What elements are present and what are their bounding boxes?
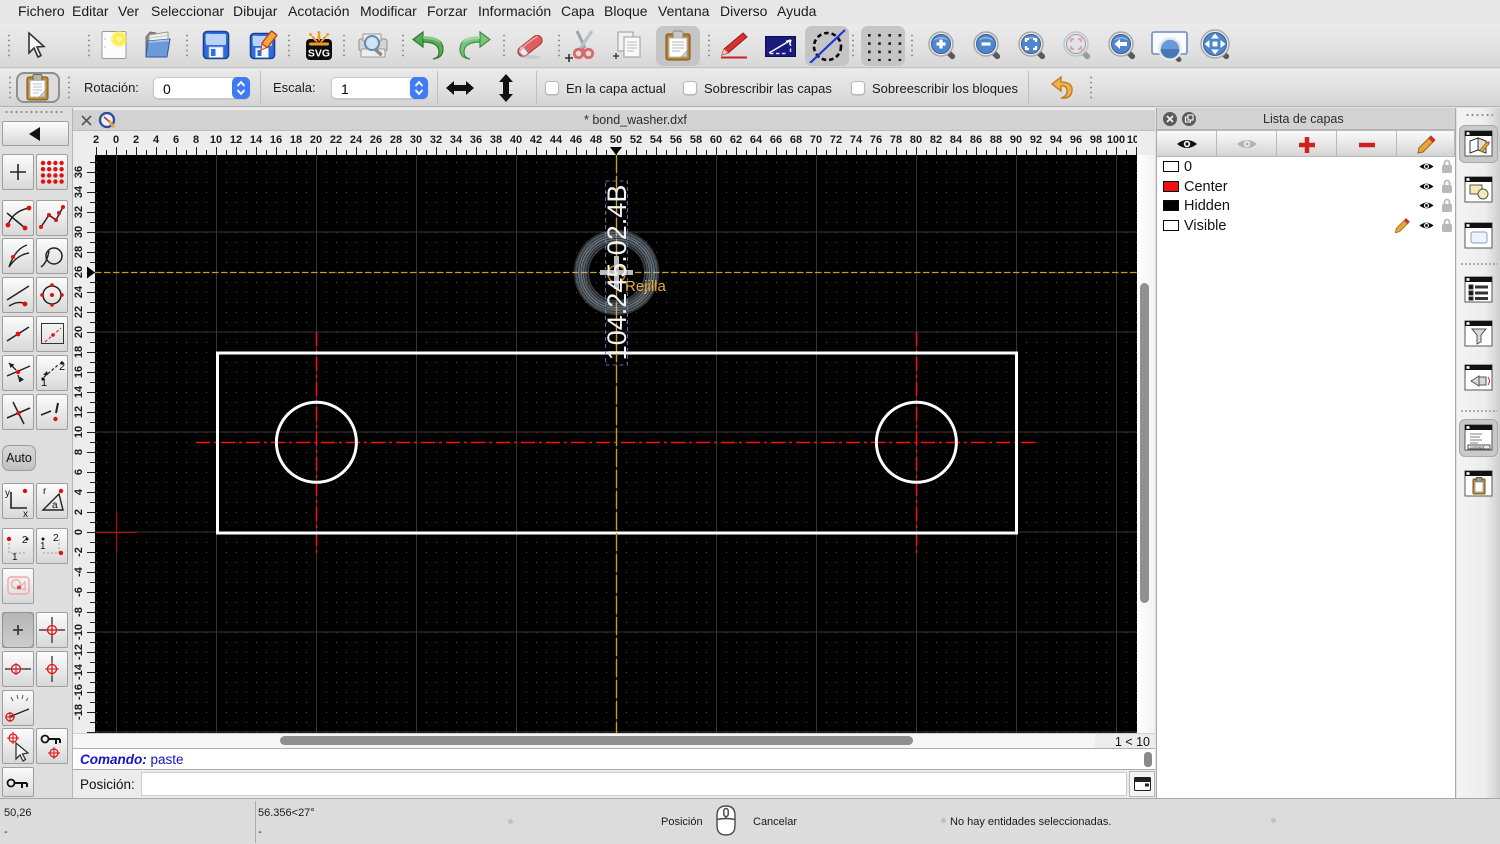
svg-text:48: 48 (590, 134, 602, 146)
svg-text:14: 14 (250, 134, 263, 146)
svg-text:90: 90 (1010, 134, 1022, 146)
svg-text:r: r (43, 486, 47, 497)
svg-text:84: 84 (950, 134, 963, 146)
svg-text:16: 16 (270, 134, 282, 146)
svg-text:14: 14 (73, 385, 85, 398)
svg-text:54: 54 (650, 134, 663, 146)
svg-text:58: 58 (690, 134, 702, 146)
svg-text:22: 22 (73, 306, 85, 318)
svg-text:62: 62 (730, 134, 742, 146)
svg-text:82: 82 (930, 134, 942, 146)
svg-text:12: 12 (73, 406, 85, 418)
svg-text:4: 4 (153, 134, 160, 146)
svg-text:-6: -6 (73, 587, 85, 597)
svg-text:98: 98 (1090, 134, 1102, 146)
svg-text:2: 2 (133, 134, 139, 146)
svg-text:1: 1 (40, 541, 46, 552)
svg-text:2: 2 (22, 535, 28, 546)
svg-text:20: 20 (310, 134, 322, 146)
svg-text:36: 36 (470, 134, 482, 146)
svg-text:94: 94 (1050, 134, 1063, 146)
svg-text:44: 44 (550, 134, 563, 146)
svg-text:-18: -18 (73, 704, 85, 720)
svg-text:y: y (5, 488, 10, 499)
svg-text:66: 66 (770, 134, 782, 146)
svg-text:2: 2 (73, 509, 85, 515)
svg-text:0: 0 (73, 529, 85, 535)
svg-text:10: 10 (73, 426, 85, 438)
svg-text:Rejilla: Rejilla (625, 278, 667, 295)
svg-text:80: 80 (910, 134, 922, 146)
svg-text:28: 28 (73, 246, 85, 258)
svg-text:34: 34 (450, 134, 463, 146)
svg-text:8: 8 (193, 134, 199, 146)
svg-text:60: 60 (710, 134, 722, 146)
svg-text:86: 86 (970, 134, 982, 146)
svg-text:6: 6 (173, 134, 179, 146)
svg-text:64: 64 (750, 134, 763, 146)
svg-text:78: 78 (890, 134, 902, 146)
svg-text:24: 24 (350, 134, 363, 146)
svg-text:28: 28 (390, 134, 402, 146)
svg-text:16: 16 (73, 366, 85, 378)
svg-text:12: 12 (230, 134, 242, 146)
svg-text:18: 18 (73, 346, 85, 358)
svg-text:32: 32 (73, 206, 85, 218)
svg-text:52: 52 (630, 134, 642, 146)
svg-text:88: 88 (990, 134, 1002, 146)
svg-text:36: 36 (73, 166, 85, 178)
svg-text:4: 4 (73, 488, 85, 495)
svg-text:-14: -14 (73, 663, 85, 680)
svg-text:x: x (23, 509, 28, 518)
svg-text:32: 32 (430, 134, 442, 146)
svg-text:38: 38 (490, 134, 502, 146)
svg-text:18: 18 (290, 134, 302, 146)
svg-text:72: 72 (830, 134, 842, 146)
svg-text:SVG: SVG (308, 48, 330, 60)
svg-text:92: 92 (1030, 134, 1042, 146)
svg-text:74: 74 (850, 134, 863, 146)
svg-text:68: 68 (790, 134, 802, 146)
svg-text:2: 2 (53, 533, 59, 544)
svg-text:46: 46 (570, 134, 582, 146)
svg-text:42: 42 (530, 134, 542, 146)
svg-text:-4: -4 (73, 566, 85, 577)
svg-text:26: 26 (370, 134, 382, 146)
svg-text:-2: -2 (73, 547, 85, 557)
svg-text:-10: -10 (73, 624, 85, 640)
svg-text:6: 6 (73, 469, 85, 475)
svg-text:70: 70 (810, 134, 822, 146)
svg-text:2: 2 (93, 134, 99, 146)
svg-text:50: 50 (610, 134, 622, 146)
svg-text:0: 0 (113, 134, 119, 146)
svg-text:20: 20 (73, 326, 85, 338)
svg-text:96: 96 (1070, 134, 1082, 146)
svg-text:56: 56 (670, 134, 682, 146)
svg-text:40: 40 (510, 134, 522, 146)
svg-text:-16: -16 (73, 684, 85, 700)
svg-text:comment: comment (1470, 446, 1484, 450)
svg-text:102: 102 (1127, 134, 1137, 146)
svg-text:76: 76 (870, 134, 882, 146)
svg-text:104.245.02.4B: 104.245.02.4B (602, 185, 632, 361)
svg-text:26: 26 (73, 266, 85, 278)
svg-text:30: 30 (410, 134, 422, 146)
svg-text:24: 24 (73, 285, 85, 298)
svg-text:-8: -8 (73, 607, 85, 617)
svg-text:22: 22 (330, 134, 342, 146)
svg-text:8: 8 (73, 449, 85, 455)
svg-text:1: 1 (12, 552, 18, 563)
svg-text:a: a (52, 500, 58, 511)
svg-text:-12: -12 (73, 644, 85, 660)
svg-text:10: 10 (210, 134, 222, 146)
svg-text:30: 30 (73, 226, 85, 238)
svg-text:100: 100 (1107, 134, 1125, 146)
svg-text:34: 34 (73, 185, 85, 198)
